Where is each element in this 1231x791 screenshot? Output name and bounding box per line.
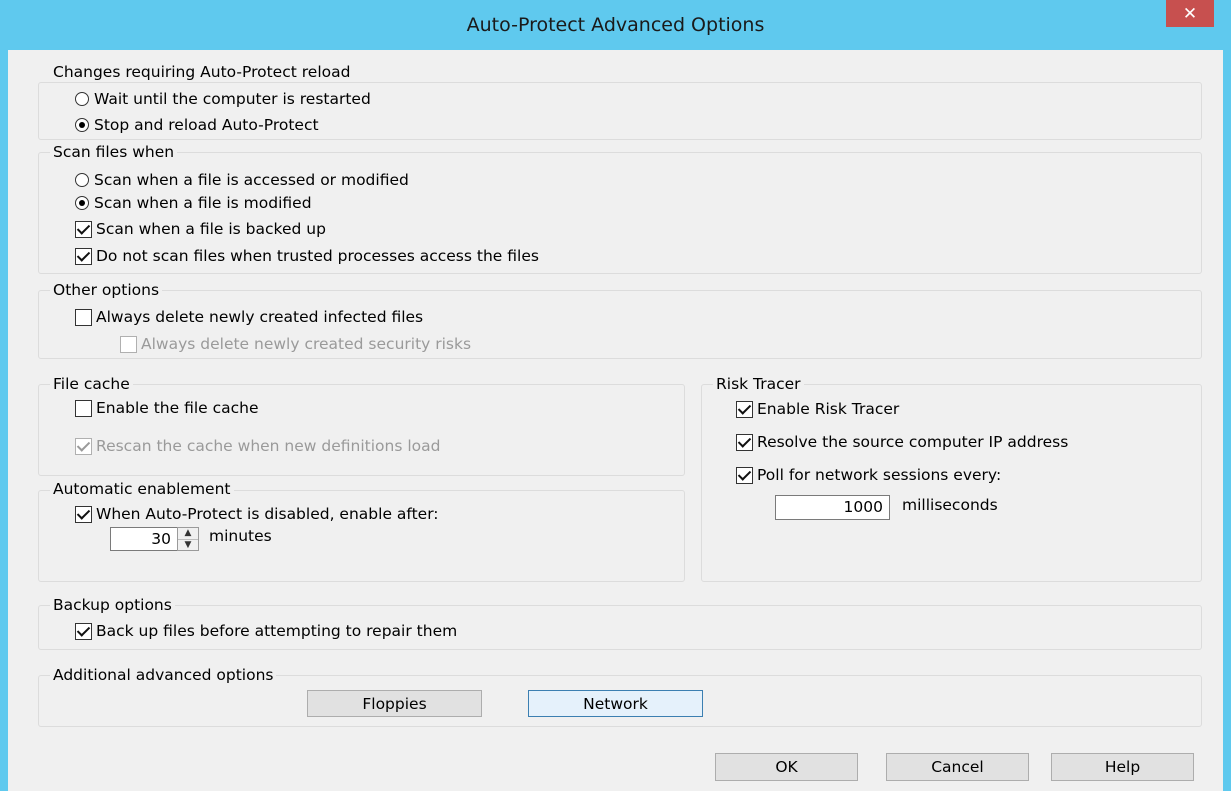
milliseconds-unit-label: milliseconds [902,496,998,514]
radio-selected-icon [75,196,89,210]
scan-backed-up-label: Scan when a file is backed up [96,220,326,238]
scan-modified-label: Scan when a file is modified [94,194,312,212]
enable-risk-tracer-label: Enable Risk Tracer [757,400,900,418]
help-button[interactable]: Help [1051,753,1194,781]
checkbox-checked-icon [75,220,92,238]
reload-group-legend: Changes requiring Auto-Protect reload [50,63,354,81]
checkbox-checked-icon [736,466,753,484]
network-button[interactable]: Network [528,690,703,717]
when-disabled-checkbox[interactable]: When Auto-Protect is disabled, enable af… [75,504,439,524]
checkbox-disabled-checked-icon [75,437,92,455]
checkbox-checked-icon [75,247,92,265]
radio-selected-icon [75,118,89,132]
checkbox-checked-icon [736,400,753,418]
minutes-unit-label: minutes [209,527,272,545]
minutes-input[interactable]: 30 [110,527,178,551]
file-cache-legend: File cache [50,375,133,393]
checkbox-checked-icon [736,433,753,451]
poll-sessions-label: Poll for network sessions every: [757,466,1002,484]
automatic-enablement-legend: Automatic enablement [50,480,234,498]
checkbox-checked-icon [75,622,92,640]
close-button[interactable]: ✕ [1166,0,1214,27]
delete-infected-checkbox[interactable]: Always delete newly created infected fil… [75,307,423,327]
stop-reload-label: Stop and reload Auto-Protect [94,116,319,134]
stop-reload-radio[interactable]: Stop and reload Auto-Protect [75,115,319,135]
checkbox-checked-icon [75,505,92,523]
checkbox-disabled-icon [120,335,137,353]
delete-risks-label: Always delete newly created security ris… [141,335,472,353]
other-options-legend: Other options [50,281,163,299]
wait-restart-radio[interactable]: Wait until the computer is restarted [75,89,371,109]
resolve-ip-label: Resolve the source computer IP address [757,433,1069,451]
radio-icon [75,92,89,106]
rescan-cache-label: Rescan the cache when new definitions lo… [96,437,441,455]
checkbox-icon [75,399,92,417]
resolve-ip-checkbox[interactable]: Resolve the source computer IP address [736,432,1068,452]
trusted-processes-label: Do not scan files when trusted processes… [96,247,539,265]
delete-risks-checkbox[interactable]: Always delete newly created security ris… [120,334,471,354]
dialog-body: Changes requiring Auto-Protect reload Wa… [8,50,1223,791]
scan-backed-up-checkbox[interactable]: Scan when a file is backed up [75,219,326,239]
spin-up-icon[interactable]: ▲ [178,528,198,540]
when-disabled-label: When Auto-Protect is disabled, enable af… [96,505,439,523]
spin-down-icon[interactable]: ▼ [178,540,198,551]
scan-modified-radio[interactable]: Scan when a file is modified [75,193,312,213]
poll-sessions-checkbox[interactable]: Poll for network sessions every: [736,465,1001,485]
cancel-button[interactable]: Cancel [886,753,1029,781]
poll-interval-input[interactable]: 1000 [775,495,890,520]
additional-options-legend: Additional advanced options [50,666,277,684]
ok-button[interactable]: OK [715,753,858,781]
title-bar[interactable]: Auto-Protect Advanced Options ✕ [0,0,1231,50]
enable-file-cache-checkbox[interactable]: Enable the file cache [75,398,259,418]
floppies-button[interactable]: Floppies [307,690,482,717]
wait-restart-label: Wait until the computer is restarted [94,90,371,108]
enable-risk-tracer-checkbox[interactable]: Enable Risk Tracer [736,399,899,419]
scan-files-legend: Scan files when [50,143,178,161]
backup-options-legend: Backup options [50,596,175,614]
trusted-processes-checkbox[interactable]: Do not scan files when trusted processes… [75,246,539,266]
scan-accessed-label: Scan when a file is accessed or modified [94,171,409,189]
close-icon: ✕ [1182,3,1198,24]
minutes-spinner[interactable]: ▲ ▼ [177,527,199,551]
radio-icon [75,173,89,187]
enable-file-cache-label: Enable the file cache [96,399,259,417]
back-up-files-checkbox[interactable]: Back up files before attempting to repai… [75,621,457,641]
dialog-window: Auto-Protect Advanced Options ✕ Changes … [0,0,1231,791]
window-title: Auto-Protect Advanced Options [466,14,765,36]
scan-accessed-radio[interactable]: Scan when a file is accessed or modified [75,170,409,190]
risk-tracer-legend: Risk Tracer [713,375,804,393]
rescan-cache-checkbox[interactable]: Rescan the cache when new definitions lo… [75,436,441,456]
checkbox-icon [75,308,92,326]
delete-infected-label: Always delete newly created infected fil… [96,308,424,326]
back-up-files-label: Back up files before attempting to repai… [96,622,458,640]
